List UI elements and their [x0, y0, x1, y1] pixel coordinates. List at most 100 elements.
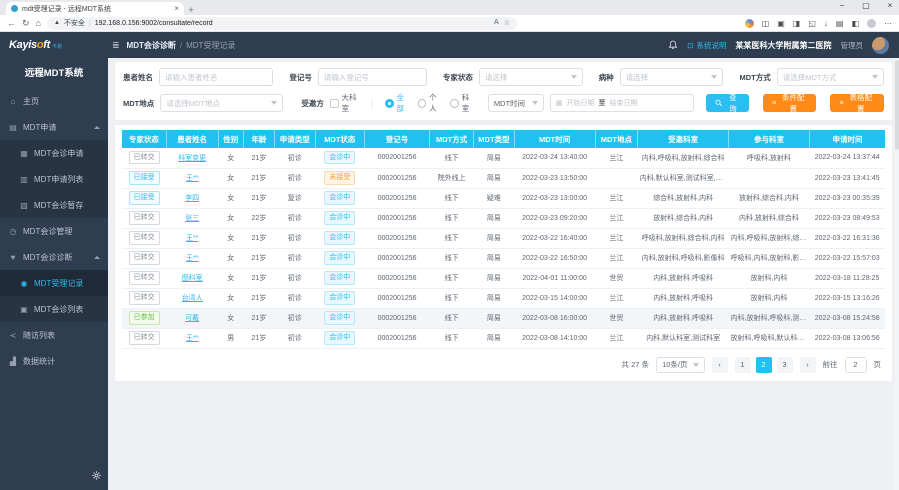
mdt-type-cell: 简易	[474, 248, 514, 268]
split-screen-icon[interactable]: ◫	[762, 19, 770, 28]
browser-tab[interactable]: mdt受理记录 - 远程MDT系统 ×	[6, 2, 184, 15]
notification-bell-icon[interactable]	[668, 40, 678, 50]
scrollbar[interactable]	[894, 58, 899, 490]
apply-type-cell: 复诊	[275, 188, 315, 208]
patient-name-link[interactable]: 台湾人	[182, 295, 203, 302]
mdt-time-select[interactable]: MDT时间	[488, 94, 544, 112]
home-icon: ⌂	[8, 97, 18, 106]
sidebar-item-consult-diagnose[interactable]: ♥MDT会诊诊断	[0, 244, 108, 270]
favorites-icon[interactable]: ☆	[504, 19, 510, 27]
sidebar-item-accept-record[interactable]: ◉MDT受理记录	[0, 270, 108, 296]
patient-name-input[interactable]	[159, 68, 273, 86]
patient-name-link[interactable]: 王**	[186, 255, 198, 262]
invited-depts-cell: 内科,默认科室,测试科室,放射科	[638, 168, 729, 188]
sidebar-item-consult-list[interactable]: ▣MDT会诊列表	[0, 296, 108, 322]
mdt-status-cell: 未接受	[315, 168, 365, 188]
sidebar-item-mdt-apply[interactable]: ▤MDT申请	[0, 114, 108, 140]
register-no-cell: 0002001256	[365, 168, 430, 188]
expert-status-select[interactable]: 请选择	[479, 68, 583, 86]
copilot-icon[interactable]	[745, 19, 754, 28]
mdt-status-cell: 会诊中	[315, 188, 365, 208]
collections-icon[interactable]: ▣	[777, 19, 785, 28]
patient-name-link[interactable]: 王**	[186, 175, 198, 182]
page-button-2[interactable]: 2	[756, 357, 772, 373]
shopping-icon[interactable]: ◨	[793, 19, 801, 28]
page-size-select[interactable]: 10条/页	[656, 357, 704, 373]
joined-depts-cell	[729, 168, 810, 188]
patient-name-link[interactable]: 王**	[186, 335, 198, 342]
mdt-type-cell: 简易	[474, 168, 514, 188]
register-no-input[interactable]	[318, 68, 427, 86]
mdt-type-cell: 简易	[474, 208, 514, 228]
invited-depts-cell: 内科,呼吸科,放射科,综合科	[638, 148, 729, 168]
user-avatar[interactable]	[872, 37, 889, 54]
mdt-place-cell: 兰江	[595, 248, 638, 268]
column-header: MDT类型	[474, 130, 514, 148]
sidebar-item-statistics[interactable]: ▟数据统计	[0, 348, 108, 374]
sidebar-item-consult-draft[interactable]: ▧MDT会诊暂存	[0, 192, 108, 218]
tab-close-icon[interactable]: ×	[174, 5, 179, 13]
apply-time-cell: 2022-03-18 11:28:25	[809, 268, 885, 288]
close-button[interactable]: ×	[885, 1, 895, 10]
mdt-mode-select[interactable]: 请选择MDT方式	[777, 68, 884, 86]
mdt-place-cell: 世贸	[595, 268, 638, 288]
goto-page-input[interactable]	[845, 357, 867, 373]
invitee-radio-科室[interactable]: 科室	[450, 92, 476, 114]
disease-select[interactable]: 请选择	[620, 68, 724, 86]
expert-status-badge: 已转交	[129, 271, 160, 284]
patient-name-link[interactable]: 李四	[185, 195, 199, 202]
maximize-button[interactable]: ▢	[861, 1, 871, 10]
refresh-icon[interactable]: ↻	[22, 19, 30, 28]
sidebar-item-apply-list[interactable]: ▥MDT申请列表	[0, 166, 108, 192]
downloads-icon[interactable]: ↓	[824, 19, 828, 28]
extensions-icon[interactable]: ▤	[836, 19, 844, 28]
page-button-3[interactable]: 3	[777, 357, 793, 373]
mdt-status-badge: 会诊中	[324, 151, 355, 164]
checkbox-icon	[330, 99, 339, 108]
register-no-cell: 0002001256	[365, 188, 430, 208]
mdt-place-select[interactable]: 请选择MDT地点	[160, 94, 283, 112]
read-aloud-icon[interactable]: A	[494, 19, 499, 27]
minimize-button[interactable]: −	[837, 1, 847, 10]
essentials-icon[interactable]: ◧	[851, 19, 859, 28]
profile-icon[interactable]	[867, 19, 876, 28]
patient-name-link[interactable]: 王**	[186, 235, 198, 242]
table-config-button[interactable]: ≡表格配置	[830, 94, 884, 112]
collapse-menu-icon[interactable]: ≣	[112, 40, 120, 51]
page-button-1[interactable]: 1	[735, 357, 751, 373]
more-icon[interactable]: ⋯	[884, 19, 892, 28]
apply-type-cell: 初诊	[275, 328, 315, 348]
back-icon[interactable]: ←	[7, 19, 16, 28]
column-header: 登记号	[365, 130, 430, 148]
mdt-mode-cell: 线下	[429, 228, 473, 248]
patient-name-link[interactable]: 张三	[185, 215, 199, 222]
new-tab-button[interactable]: +	[184, 5, 198, 15]
home-icon[interactable]: ⌂	[36, 19, 41, 28]
date-range-picker[interactable]: ▦ 开始日期 至 结束日期	[550, 94, 694, 112]
patient-name-link[interactable]: 可戴	[185, 315, 199, 322]
invitee-radio-全部[interactable]: 全部	[385, 92, 411, 114]
invitee-radio-个人[interactable]: 个人	[418, 92, 444, 114]
register-no-cell: 0002001256	[365, 208, 430, 228]
patient-name-link[interactable]: 科室变更	[178, 155, 206, 162]
system-help-link[interactable]: ⊡系统说明	[687, 40, 726, 51]
url-field[interactable]: ▲ 不安全 | 192.168.0.156:9002/consultate/re…	[47, 17, 517, 30]
condition-config-button[interactable]: ≡条件配置	[763, 94, 817, 112]
settings-gear-icon[interactable]	[92, 467, 101, 485]
menu-label: MDT申请	[23, 122, 56, 133]
prev-page-button[interactable]: ‹	[712, 357, 728, 373]
sidebar-item-consult-manage[interactable]: ◷MDT会诊管理	[0, 218, 108, 244]
next-page-button[interactable]: ›	[800, 357, 816, 373]
apply-time-cell: 2022-03-22 15:57:03	[809, 248, 885, 268]
big-dept-checkbox[interactable]: 大科室	[330, 92, 363, 114]
screenshot-icon[interactable]: ◱	[808, 19, 816, 28]
mdt-mode-cell: 院外线上	[429, 168, 473, 188]
sidebar-item-followup-list[interactable]: ≺随访列表	[0, 322, 108, 348]
invited-depts-cell: 内科,放射科,呼吸科	[638, 268, 729, 288]
menu-label: MDT会诊申请	[34, 148, 83, 159]
sidebar-item-consult-apply[interactable]: ▦MDT会诊申请	[0, 140, 108, 166]
menu-label: 数据统计	[23, 356, 55, 367]
sidebar-item-home[interactable]: ⌂主页	[0, 88, 108, 114]
patient-name-link[interactable]: 图科室	[182, 275, 203, 282]
search-button[interactable]: 查询	[706, 94, 749, 112]
